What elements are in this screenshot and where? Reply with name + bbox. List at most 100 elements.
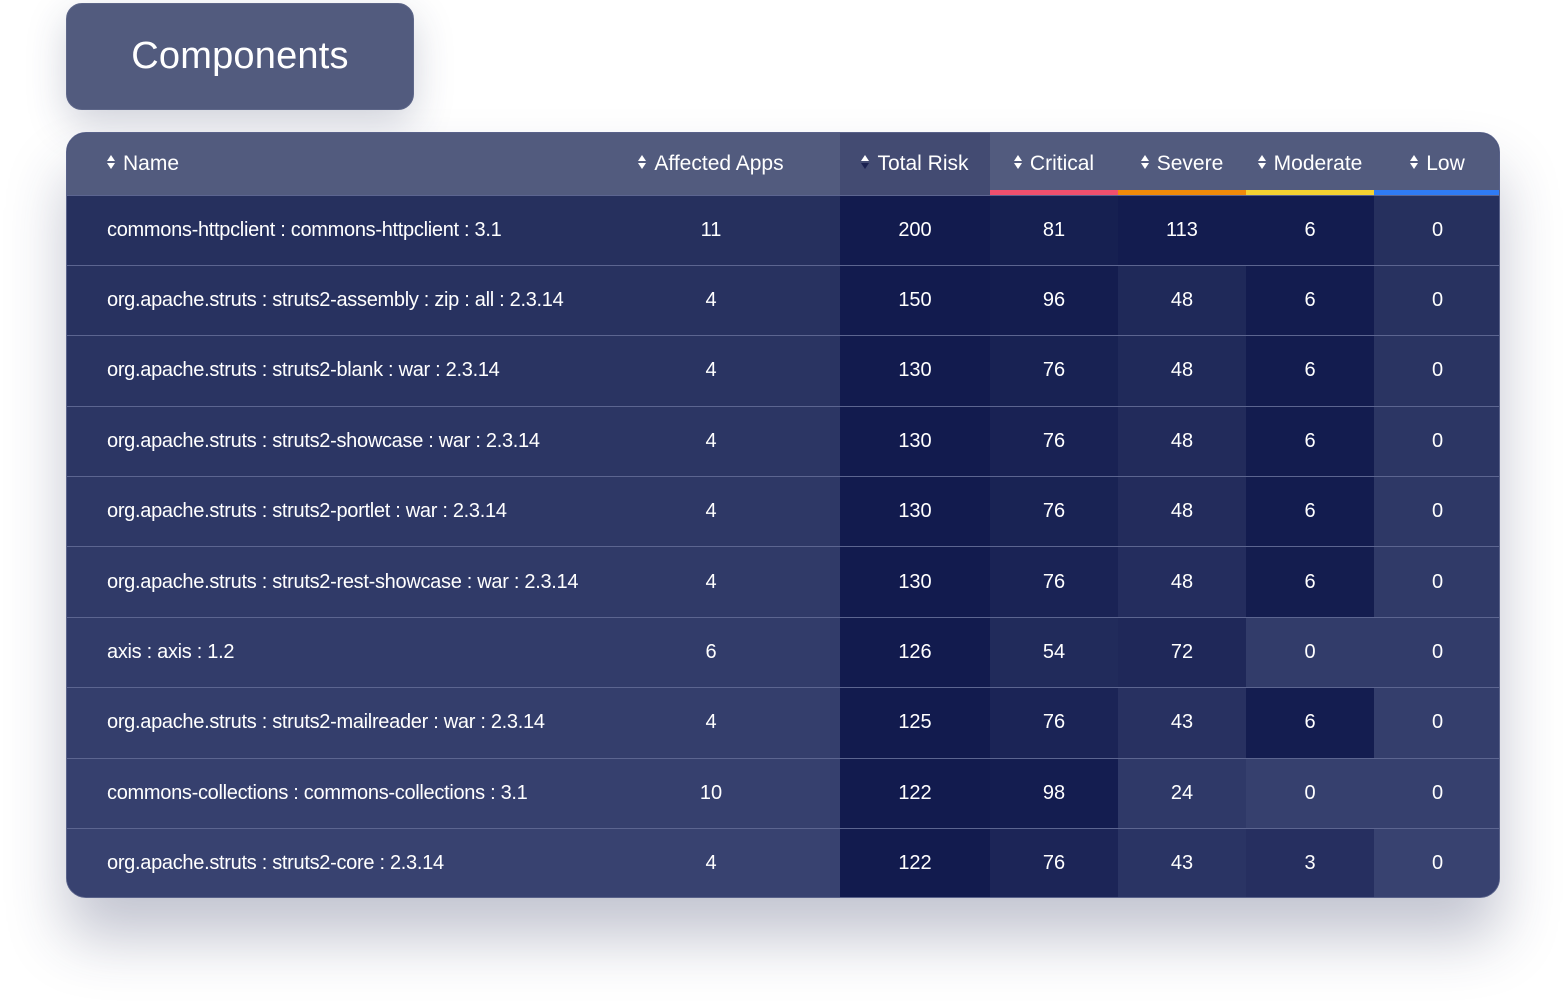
sort-icon[interactable] <box>1140 154 1149 170</box>
column-header-label: Affected Apps <box>654 151 784 175</box>
cell-affected-apps: 10 <box>699 781 723 804</box>
sort-icon[interactable] <box>638 154 647 170</box>
page-title: Components <box>131 35 349 77</box>
cell-affected-apps: 4 <box>705 570 717 593</box>
cell-total-risk: 130 <box>840 406 990 477</box>
cell-moderate: 6 <box>1246 687 1374 759</box>
cell-low: 0 <box>1431 641 1444 664</box>
cell-severe: 48 <box>1118 476 1246 547</box>
sort-icon[interactable] <box>1013 154 1022 170</box>
cell-name: org.apache.struts : struts2-blank : war … <box>107 359 500 382</box>
column-header-label: Critical <box>1029 151 1095 175</box>
cell-moderate: 6 <box>1246 406 1374 477</box>
table-row[interactable]: org.apache.struts : struts2-rest-showcas… <box>67 546 1499 618</box>
severity-color-bar <box>1118 189 1246 195</box>
sort-down-arrow-icon <box>1410 163 1419 170</box>
cell-name: org.apache.struts : struts2-rest-showcas… <box>107 570 579 593</box>
column-header-total-risk[interactable]: Total Risk <box>840 133 990 195</box>
cell-total-risk: 122 <box>840 758 990 829</box>
sort-down-arrow-icon <box>1013 163 1022 170</box>
cell-moderate: 6 <box>1246 546 1374 618</box>
cell-low: 0 <box>1431 570 1444 593</box>
cell-low: 0 <box>1431 852 1444 875</box>
cell-low: 0 <box>1431 218 1444 241</box>
cell-moderate: 6 <box>1246 335 1374 407</box>
column-header-severe[interactable]: Severe <box>1118 133 1246 195</box>
column-header-label: Moderate <box>1273 151 1363 175</box>
table-row[interactable]: org.apache.struts : struts2-assembly : z… <box>67 265 1499 336</box>
cell-name: org.apache.struts : struts2-portlet : wa… <box>107 500 507 523</box>
column-header-label: Low <box>1426 151 1465 175</box>
cell-total-risk: 130 <box>840 335 990 407</box>
sort-down-arrow-icon <box>1140 163 1149 170</box>
severity-color-bar <box>990 189 1118 195</box>
cell-low: 0 <box>1431 711 1444 734</box>
cell-name: axis : axis : 1.2 <box>107 641 235 664</box>
sort-icon[interactable] <box>861 154 870 170</box>
severity-color-bar <box>1374 189 1499 195</box>
cell-severe: 48 <box>1118 335 1246 407</box>
cell-critical: 98 <box>990 758 1118 829</box>
sort-up-arrow-icon <box>861 155 870 162</box>
severity-color-bar <box>1246 189 1374 195</box>
cell-moderate: 6 <box>1246 265 1374 336</box>
table-row[interactable]: org.apache.struts : struts2-mailreader :… <box>67 687 1499 759</box>
sort-down-arrow-icon <box>107 163 115 170</box>
cell-name: org.apache.struts : struts2-assembly : z… <box>107 289 564 312</box>
sort-up-arrow-icon <box>1410 155 1419 162</box>
cell-moderate: 6 <box>1246 476 1374 547</box>
cell-affected-apps: 11 <box>700 218 722 241</box>
sort-icon[interactable] <box>1410 154 1419 170</box>
cell-critical: 76 <box>990 828 1118 897</box>
cell-low: 0 <box>1431 359 1444 382</box>
cell-critical: 54 <box>990 617 1118 688</box>
cell-critical: 76 <box>990 687 1118 759</box>
cell-severe: 113 <box>1118 195 1246 266</box>
sort-up-arrow-icon <box>1013 155 1022 162</box>
column-header-moderate[interactable]: Moderate <box>1246 133 1374 195</box>
cell-total-risk: 130 <box>840 546 990 618</box>
cell-total-risk: 130 <box>840 476 990 547</box>
cell-critical: 96 <box>990 265 1118 336</box>
cell-affected-apps: 4 <box>705 711 717 734</box>
table-row[interactable]: axis : axis : 1.2 6 126 54 72 0 0 <box>67 617 1499 688</box>
column-header-name[interactable]: Name <box>67 133 582 195</box>
sort-down-arrow-icon <box>861 163 870 170</box>
cell-low: 0 <box>1431 500 1444 523</box>
cell-moderate: 0 <box>1304 781 1316 804</box>
cell-severe: 48 <box>1118 406 1246 477</box>
table-row[interactable]: commons-collections : commons-collection… <box>67 758 1499 829</box>
table-header-row: Name Affected Apps Total Risk Critical Sever… <box>67 133 1499 195</box>
sort-icon[interactable] <box>1257 154 1266 170</box>
table-row[interactable]: org.apache.struts : struts2-blank : war … <box>67 335 1499 407</box>
components-table: Name Affected Apps Total Risk Critical Sever… <box>67 133 1499 897</box>
table-row[interactable]: commons-httpclient : commons-httpclient … <box>67 195 1499 266</box>
cell-severe: 48 <box>1118 265 1246 336</box>
sort-up-arrow-icon <box>1257 155 1266 162</box>
cell-low: 0 <box>1431 781 1444 804</box>
components-table-card: Name Affected Apps Total Risk Critical Sever… <box>66 132 1500 898</box>
components-title-card: Components <box>66 3 414 110</box>
cell-affected-apps: 4 <box>705 289 717 312</box>
sort-up-arrow-icon <box>1140 155 1149 162</box>
table-row[interactable]: org.apache.struts : struts2-portlet : wa… <box>67 476 1499 547</box>
table-row[interactable]: org.apache.struts : struts2-showcase : w… <box>67 406 1499 477</box>
table-row[interactable]: org.apache.struts : struts2-core : 2.3.1… <box>67 828 1499 897</box>
sort-icon[interactable] <box>107 154 115 170</box>
cell-affected-apps: 4 <box>705 500 717 523</box>
column-header-affected-apps[interactable]: Affected Apps <box>582 133 840 195</box>
cell-severe: 43 <box>1118 687 1246 759</box>
cell-critical: 81 <box>990 195 1118 266</box>
cell-name: org.apache.struts : struts2-core : 2.3.1… <box>107 852 444 875</box>
cell-low: 0 <box>1431 289 1444 312</box>
cell-critical: 76 <box>990 335 1118 407</box>
column-header-critical[interactable]: Critical <box>990 133 1118 195</box>
column-header-label: Severe <box>1156 151 1224 175</box>
cell-total-risk: 150 <box>840 265 990 336</box>
cell-severe: 48 <box>1118 546 1246 618</box>
cell-critical: 76 <box>990 406 1118 477</box>
column-header-low[interactable]: Low <box>1374 133 1499 195</box>
cell-moderate: 0 <box>1304 641 1316 664</box>
cell-affected-apps: 4 <box>705 429 717 452</box>
cell-critical: 76 <box>990 476 1118 547</box>
